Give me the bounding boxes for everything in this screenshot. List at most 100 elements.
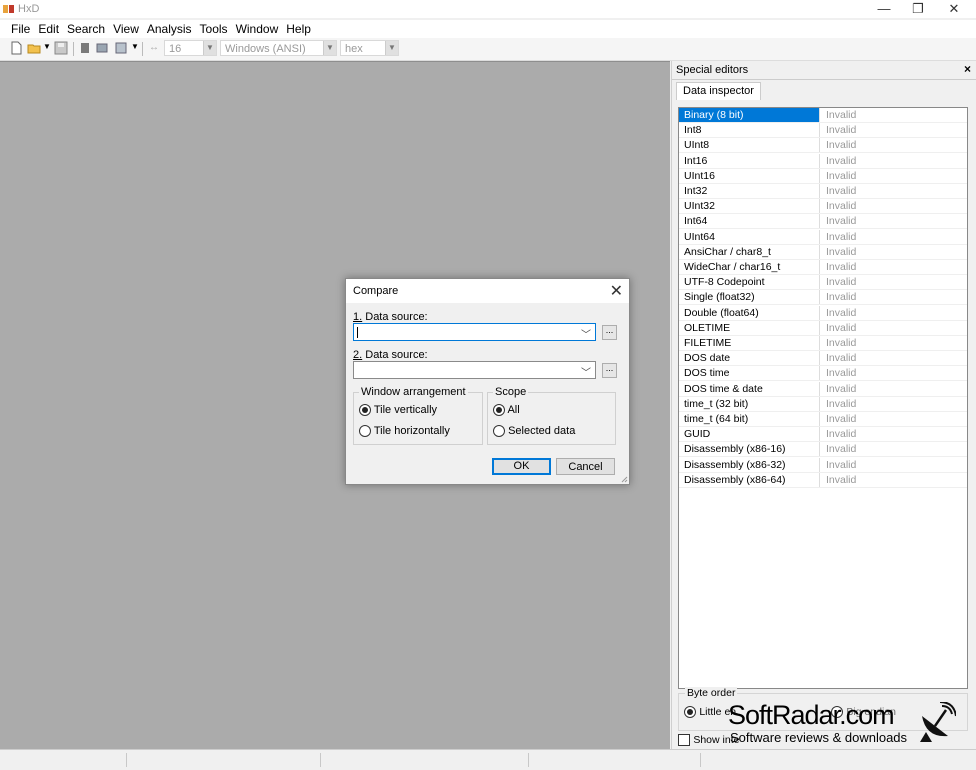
inspector-row[interactable]: Binary (8 bit) Invalid	[679, 108, 967, 123]
inspector-row[interactable]: DOS time & date Invalid	[679, 381, 967, 397]
inspector-value: Invalid	[826, 428, 857, 441]
menu-tools[interactable]: Tools	[196, 20, 232, 38]
tab-data-inspector[interactable]: Data inspector	[676, 82, 761, 100]
inspector-row[interactable]: Int8 Invalid	[679, 123, 967, 139]
menu-window[interactable]: Window	[232, 20, 283, 38]
inspector-row[interactable]: DOS date Invalid	[679, 351, 967, 367]
inspector-type: FILETIME	[679, 336, 820, 350]
dialog-title: Compare	[353, 285, 399, 297]
inspector-value: Invalid	[826, 413, 857, 425]
save-icon[interactable]	[54, 41, 68, 55]
data-source-1-combo[interactable]: ﹀	[353, 323, 596, 341]
resize-grip-icon[interactable]	[621, 476, 628, 483]
inspector-row[interactable]: Int64 Invalid	[679, 214, 967, 230]
open-file-icon[interactable]	[27, 41, 41, 55]
show-integers-checkbox[interactable]	[678, 733, 690, 746]
inspector-row[interactable]: Disassembly (x86-64) Invalid	[679, 472, 967, 488]
inspector-type: Disassembly (x86-32)	[679, 457, 820, 472]
tile-horizontally-radio[interactable]	[359, 425, 371, 438]
browse-source-1-button[interactable]: ...	[602, 325, 617, 340]
scope-selected-radio[interactable]	[493, 425, 505, 438]
menu-edit[interactable]: Edit	[34, 20, 63, 38]
bytes-per-row-select[interactable]: 16 ▼	[164, 40, 217, 56]
close-window-button[interactable]: ✕	[936, 0, 972, 18]
scope-all-option[interactable]: All	[493, 404, 520, 417]
inspector-row[interactable]: FILETIME Invalid	[679, 336, 967, 351]
inspector-row[interactable]: Int16 Invalid	[679, 153, 967, 169]
inspector-row[interactable]: WideChar / char16_t Invalid	[679, 260, 967, 275]
panel-close-icon[interactable]: ×	[964, 62, 971, 76]
minimize-button[interactable]: —	[866, 0, 902, 18]
inspector-type: time_t (64 bit)	[679, 412, 820, 426]
inspector-type: DOS time	[679, 366, 820, 381]
inspector-type: Single (float32)	[679, 290, 820, 305]
chevron-down-icon[interactable]: ﹀	[581, 364, 591, 379]
little-endian-radio[interactable]	[684, 705, 696, 718]
menu-search[interactable]: Search	[63, 20, 109, 38]
inspector-row[interactable]: AnsiChar / char8_t Invalid	[679, 244, 967, 260]
scope-selected-label: Selected data	[508, 425, 576, 437]
chevron-down-icon[interactable]: ﹀	[581, 326, 591, 341]
inspector-type: Disassembly (x86-64)	[679, 472, 820, 487]
tile-vertically-option[interactable]: Tile vertically	[359, 404, 437, 417]
inspector-row[interactable]: Int32 Invalid	[679, 184, 967, 199]
inspector-value: Invalid	[826, 261, 857, 273]
status-separator	[700, 753, 701, 767]
window-arrangement-group: Window arrangement Tile vertically Tile …	[353, 386, 483, 445]
tile-vertically-radio[interactable]	[359, 404, 371, 417]
inspector-row[interactable]: UTF-8 Codepoint Invalid	[679, 275, 967, 291]
offset-base-select[interactable]: hex ▼	[340, 40, 399, 56]
inspector-row[interactable]: UInt16 Invalid	[679, 168, 967, 184]
inspector-row[interactable]: GUID Invalid	[679, 427, 967, 443]
scope-all-radio[interactable]	[493, 404, 505, 417]
new-file-icon[interactable]	[9, 41, 23, 55]
inspector-value: Invalid	[826, 352, 857, 365]
status-separator	[126, 753, 127, 767]
inspector-value: Invalid	[826, 397, 857, 410]
data-inspector-list[interactable]: Binary (8 bit) Invalid Int8 Invalid UInt8 Inv…	[678, 107, 968, 689]
menu-view[interactable]: View	[109, 20, 143, 38]
inspector-type: OLETIME	[679, 320, 820, 335]
chevron-down-icon: ▼	[385, 41, 398, 55]
data-source-2-combo[interactable]: ﹀	[353, 361, 596, 379]
inspector-row[interactable]: Double (float64) Invalid	[679, 305, 967, 321]
open-ram-icon[interactable]	[114, 41, 128, 55]
inspector-row[interactable]: Disassembly (x86-16) Invalid	[679, 442, 967, 458]
inspector-row[interactable]: Disassembly (x86-32) Invalid	[679, 457, 967, 473]
inspector-row[interactable]: Single (float32) Invalid	[679, 290, 967, 306]
scope-label: Scope	[493, 386, 529, 398]
inspector-value: Invalid	[826, 185, 857, 197]
encoding-select[interactable]: Windows (ANSI) ▼	[220, 40, 337, 56]
inspector-value: Invalid	[826, 245, 857, 258]
tile-horizontally-option[interactable]: Tile horizontally	[359, 425, 450, 438]
inspector-type: UInt64	[679, 229, 820, 244]
dialog-close-icon[interactable]: ✕	[610, 281, 623, 301]
open-dropdown-icon[interactable]: ▼	[43, 42, 51, 51]
maximize-button[interactable]: ❐	[900, 0, 936, 18]
menu-file[interactable]: File	[7, 20, 34, 38]
toolbar-separator	[73, 42, 74, 56]
inspector-row[interactable]: DOS time Invalid	[679, 366, 967, 382]
cancel-button[interactable]: Cancel	[556, 458, 615, 475]
inspector-type: UTF-8 Codepoint	[679, 275, 820, 290]
data-source-1-label: 1. Data source:	[353, 311, 428, 323]
inspector-row[interactable]: time_t (64 bit) Invalid	[679, 412, 967, 427]
inspector-type: Int64	[679, 214, 820, 229]
data-source-2-label: 2. Data source:	[353, 349, 428, 361]
inspector-row[interactable]: UInt8 Invalid	[679, 138, 967, 154]
menu-analysis[interactable]: Analysis	[143, 20, 196, 38]
open-disk-icon[interactable]	[95, 41, 109, 55]
ram-dropdown-icon[interactable]: ▼	[131, 42, 139, 51]
scope-selected-option[interactable]: Selected data	[493, 425, 576, 438]
ok-button[interactable]: OK	[492, 458, 551, 475]
inspector-type: AnsiChar / char8_t	[679, 244, 820, 259]
inspector-value: Invalid	[826, 124, 857, 137]
close-file-icon[interactable]	[78, 41, 92, 55]
menu-help[interactable]: Help	[282, 20, 315, 38]
inspector-row[interactable]: UInt32 Invalid	[679, 199, 967, 215]
inspector-row[interactable]: OLETIME Invalid	[679, 320, 967, 336]
hxd-app-icon	[3, 5, 14, 13]
inspector-row[interactable]: time_t (32 bit) Invalid	[679, 396, 967, 412]
inspector-row[interactable]: UInt64 Invalid	[679, 229, 967, 245]
browse-source-2-button[interactable]: ...	[602, 363, 617, 378]
